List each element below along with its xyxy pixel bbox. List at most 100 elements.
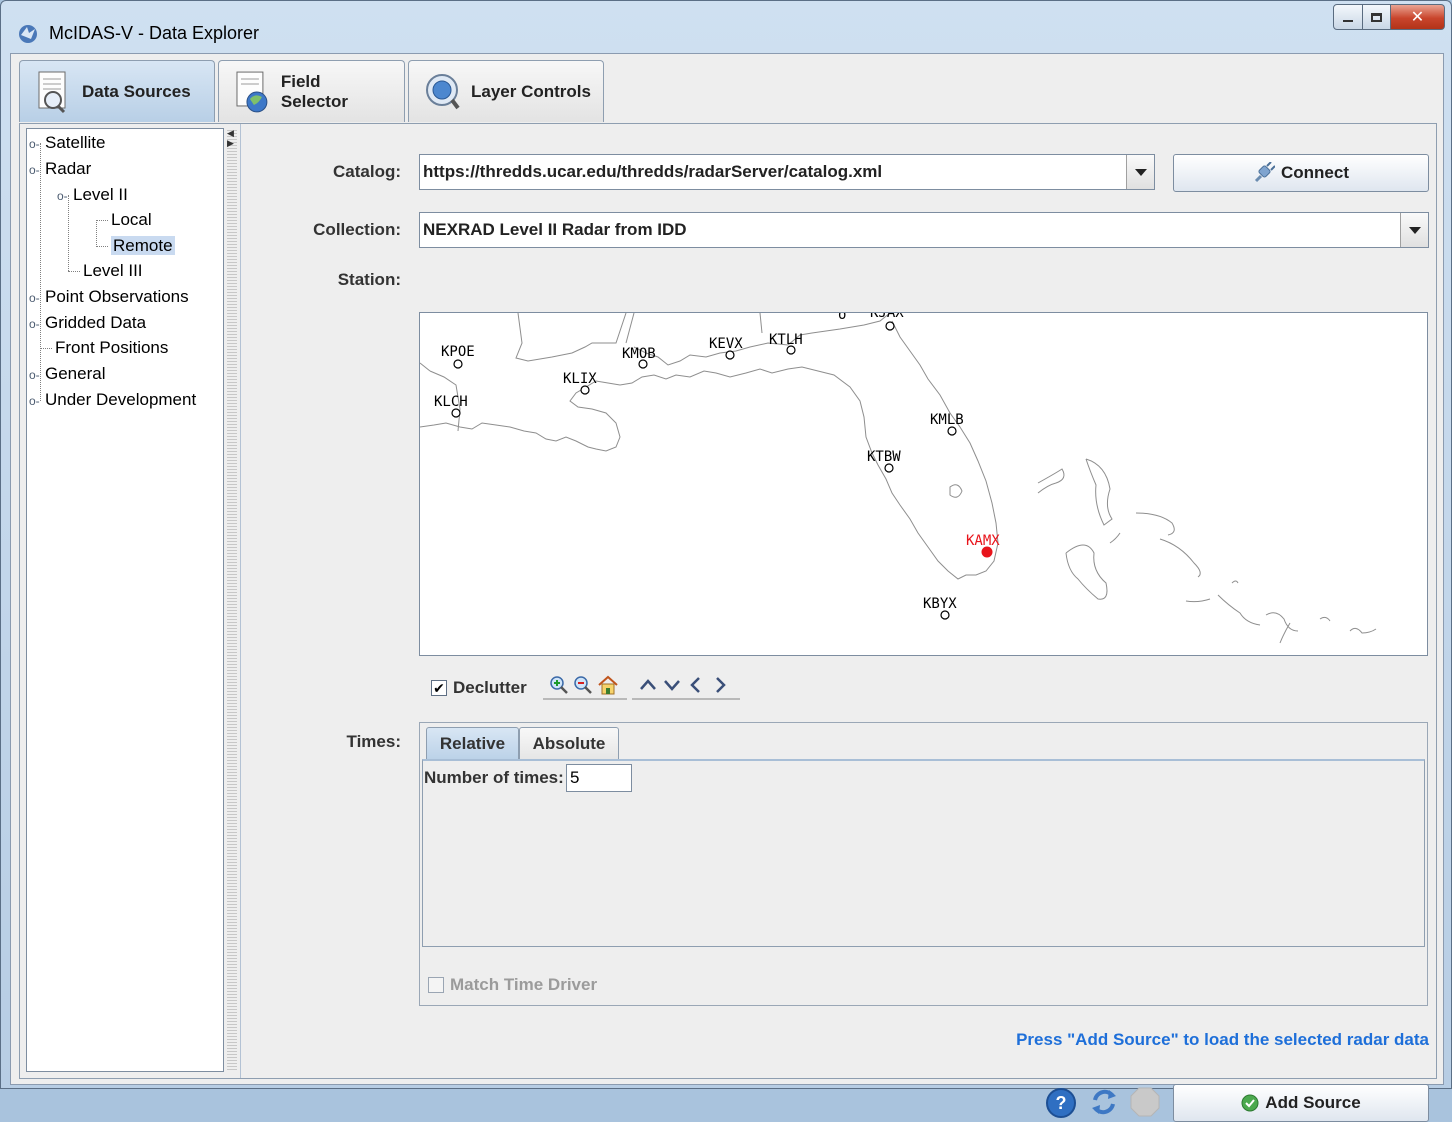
data-explorer-window: McIDAS-V - Data Explorer ✕ Data Sources … [0, 0, 1452, 1122]
collection-dropdown-button[interactable] [1400, 213, 1428, 247]
tab-data-sources-label: Data Sources [82, 81, 191, 101]
station-label-kbyx[interactable]: KBYX [923, 596, 957, 612]
tab-absolute[interactable]: Absolute [519, 727, 619, 759]
tree-connector [68, 271, 80, 272]
tree-item-level-ii[interactable]: o- Level II [57, 183, 128, 207]
tree-item-radar[interactable]: o- Radar [29, 157, 91, 181]
tree-item-local[interactable]: Local [111, 208, 152, 232]
match-time-driver-checkbox[interactable] [428, 977, 444, 993]
tree-item-general[interactable]: o- General [29, 362, 105, 386]
tab-field-selector[interactable]: Field Selector [218, 60, 405, 122]
refresh-icon[interactable] [1089, 1086, 1119, 1118]
station-label-klch[interactable]: KLCH [434, 394, 468, 410]
tree-item-level-iii[interactable]: Level III [83, 259, 143, 283]
tab-layer-controls[interactable]: Layer Controls [408, 60, 604, 122]
expand-handle-icon[interactable]: o- [29, 389, 45, 413]
tab-field-selector-label: Field Selector [280, 71, 348, 111]
declutter-label: Declutter [453, 678, 527, 697]
chevron-down-icon [1134, 168, 1147, 176]
field-selector-icon [236, 71, 268, 112]
station-marker[interactable] [947, 426, 957, 436]
radar-chooser: Catalog: https://thredds.ucar.edu/thredd… [240, 124, 1436, 1122]
collection-combo[interactable]: NEXRAD Level II Radar from IDD [419, 212, 1429, 248]
station-label-kevx[interactable]: KEVX [709, 336, 743, 352]
tree-item-satellite[interactable]: o- Satellite [29, 131, 105, 155]
status-message: Press "Add Source" to load the selected … [1016, 1030, 1429, 1049]
station-marker[interactable] [940, 610, 950, 620]
close-button[interactable]: ✕ [1391, 4, 1445, 30]
tree-splitter[interactable]: ◀ ▶ [227, 128, 237, 1072]
collapse-handle-icon[interactable]: o- [57, 184, 73, 208]
tab-data-sources[interactable]: Data Sources [19, 60, 215, 122]
zoom-out-icon[interactable] [573, 675, 593, 695]
match-time-driver-toggle[interactable]: Match Time Driver [428, 975, 597, 995]
number-of-times-label: Number of times: [424, 768, 564, 787]
station-label-kmob[interactable]: KMOB [622, 346, 656, 362]
station-marker[interactable] [725, 350, 735, 360]
connect-plug-icon [1254, 162, 1275, 183]
layer-controls-icon [426, 73, 460, 109]
tree-item-front-positions[interactable]: Front Positions [55, 336, 168, 360]
minimize-icon [1343, 20, 1353, 22]
pan-up-icon[interactable] [638, 676, 658, 694]
chevron-down-icon [1408, 226, 1421, 234]
declutter-toggle[interactable]: ✔ Declutter [431, 675, 527, 701]
coastline-outline [420, 313, 1377, 644]
expand-handle-icon[interactable]: o- [29, 312, 45, 336]
expand-handle-icon[interactable]: o- [29, 132, 45, 156]
maximize-button[interactable] [1363, 4, 1391, 30]
station-label-kpoe[interactable]: KPOE [441, 344, 475, 360]
tree-item-remote[interactable]: Remote [111, 234, 175, 258]
title-bar[interactable]: McIDAS-V - Data Explorer ✕ [1, 1, 1451, 53]
station-label-partial: KJAX [870, 313, 904, 321]
number-of-times-input[interactable]: 5 [566, 764, 632, 792]
station-marker[interactable] [638, 359, 648, 369]
connect-button[interactable]: Connect [1173, 154, 1429, 192]
pan-right-icon[interactable] [710, 676, 730, 694]
catalog-combo[interactable]: https://thredds.ucar.edu/thredds/radarSe… [419, 154, 1155, 190]
data-source-tree[interactable]: o- Satellite o- Radar o- Level II Local Rem… [26, 128, 224, 1072]
tree-connector [96, 220, 108, 221]
pan-down-icon[interactable] [662, 676, 682, 694]
station-map[interactable]: o KJAX KPOE KMOB KEVX KTLH KLIX KLCH KML… [419, 312, 1428, 656]
pan-left-icon[interactable] [686, 676, 706, 694]
stop-icon [1130, 1087, 1160, 1117]
station-label-ktbw[interactable]: KTBW [867, 449, 901, 465]
tree-connector [96, 246, 108, 247]
relative-times-body: Number of times: 5 [422, 759, 1425, 947]
help-icon[interactable]: ? [1046, 1088, 1076, 1118]
data-sources-icon [38, 71, 66, 113]
station-marker[interactable] [884, 463, 894, 473]
splitter-arrows-icon[interactable]: ◀ ▶ [227, 128, 234, 148]
tree-item-under-development[interactable]: o- Under Development [29, 388, 196, 412]
declutter-checkbox[interactable]: ✔ [431, 680, 447, 696]
app-icon [19, 25, 37, 43]
add-source-button[interactable]: Add Source [1173, 1084, 1429, 1122]
station-marker[interactable] [453, 359, 463, 369]
collapse-handle-icon[interactable]: o- [29, 158, 45, 182]
catalog-dropdown-button[interactable] [1126, 155, 1154, 189]
tab-layer-controls-label: Layer Controls [471, 81, 591, 101]
tree-item-gridded-data[interactable]: o- Gridded Data [29, 311, 146, 335]
station-marker[interactable] [580, 385, 590, 395]
checkmark-icon [1241, 1094, 1259, 1112]
catalog-value: https://thredds.ucar.edu/thredds/radarSe… [423, 162, 883, 181]
tree-item-point-observations[interactable]: o- Point Observations [29, 285, 189, 309]
expand-handle-icon[interactable]: o- [29, 286, 45, 310]
home-icon[interactable] [597, 675, 619, 695]
tab-relative[interactable]: Relative [426, 727, 519, 759]
station-label-kamx-selected[interactable]: KAMX [966, 533, 1000, 549]
station-marker[interactable] [786, 345, 796, 355]
station-label-kmlb[interactable]: KMLB [930, 412, 964, 428]
station-marker[interactable] [451, 408, 461, 418]
zoom-in-icon[interactable] [549, 675, 569, 695]
match-time-driver-label: Match Time Driver [450, 975, 598, 994]
station-label-klix[interactable]: KLIX [563, 371, 597, 387]
close-icon: ✕ [1410, 9, 1425, 26]
collection-label: Collection: [313, 220, 401, 239]
station-label: Station: [337, 270, 401, 289]
station-label-ktlh[interactable]: KTLH [769, 332, 803, 348]
expand-handle-icon[interactable]: o- [29, 363, 45, 387]
selected-station-marker[interactable] [981, 546, 993, 558]
minimize-button[interactable] [1333, 4, 1363, 30]
